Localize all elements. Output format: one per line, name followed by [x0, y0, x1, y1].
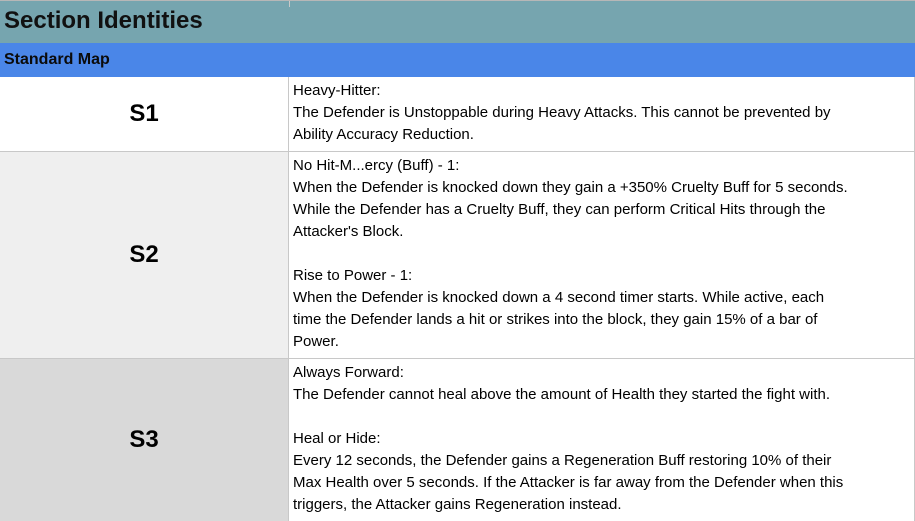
- description-line: Heal or Hide:: [293, 430, 381, 447]
- section-header: Standard Map: [4, 51, 110, 68]
- table-row-s1[interactable]: S1 Heavy-Hitter: The Defender is Unstopp…: [0, 77, 915, 152]
- label-cell[interactable]: S3: [0, 359, 289, 521]
- page-title: Section Identities: [4, 7, 203, 34]
- description-line: No Hit-M...ercy (Buff) - 1:: [293, 157, 460, 174]
- section-header-row[interactable]: Standard Map: [0, 43, 915, 77]
- description-cell[interactable]: Heavy-Hitter: The Defender is Unstoppabl…: [290, 77, 915, 151]
- description-line: Heavy-Hitter:: [293, 82, 381, 99]
- description-line: While the Defender has a Cruelty Buff, t…: [293, 201, 826, 218]
- label-cell[interactable]: S2: [0, 152, 289, 358]
- description-line: Power.: [293, 333, 339, 350]
- description-line: Every 12 seconds, the Defender gains a R…: [293, 452, 832, 469]
- description-cell[interactable]: Always Forward: The Defender cannot heal…: [290, 359, 915, 521]
- description-line: Rise to Power - 1:: [293, 267, 413, 284]
- row-label: S2: [129, 241, 159, 268]
- description-cell[interactable]: No Hit-M...ercy (Buff) - 1: When the Def…: [290, 152, 915, 358]
- label-cell[interactable]: S1: [0, 77, 289, 151]
- cell-gridline: [289, 1, 290, 7]
- spreadsheet: Section Identities Standard Map S1 Heavy…: [0, 0, 915, 521]
- row-label: S1: [129, 100, 159, 127]
- description-line: When the Defender is knocked down they g…: [293, 179, 848, 196]
- table-row-s3[interactable]: S3 Always Forward: The Defender cannot h…: [0, 359, 915, 521]
- description-line: Always Forward:: [293, 364, 404, 381]
- description-line: The Defender is Unstoppable during Heavy…: [293, 104, 831, 121]
- description-line: Ability Accuracy Reduction.: [293, 126, 474, 143]
- description-line: triggers, the Attacker gains Regeneratio…: [293, 496, 622, 513]
- description-line: Attacker's Block.: [293, 223, 404, 240]
- description-line: time the Defender lands a hit or strikes…: [293, 311, 818, 328]
- description-line: The Defender cannot heal above the amoun…: [293, 386, 831, 403]
- description-line: When the Defender is knocked down a 4 se…: [293, 289, 825, 306]
- title-row[interactable]: Section Identities: [0, 0, 915, 43]
- row-label: S3: [129, 426, 159, 453]
- description-line: Max Health over 5 seconds. If the Attack…: [293, 474, 844, 491]
- table-row-s2[interactable]: S2 No Hit-M...ercy (Buff) - 1: When the …: [0, 152, 915, 359]
